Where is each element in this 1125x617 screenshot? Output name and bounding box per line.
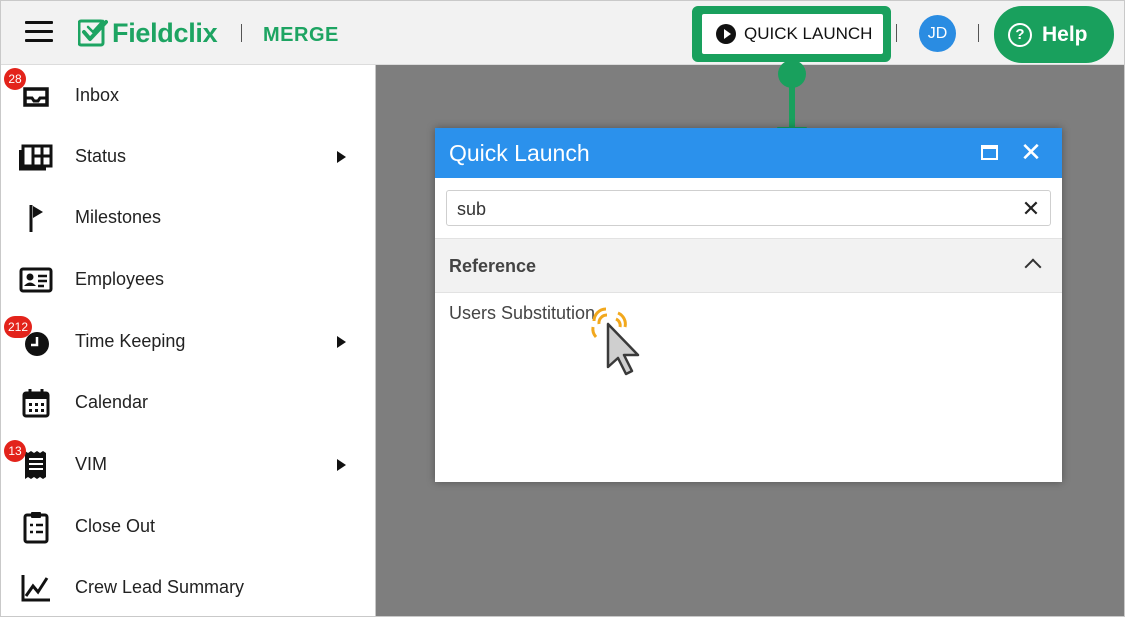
close-icon[interactable]: ✕	[1019, 138, 1043, 166]
mouse-pointer-icon	[591, 307, 640, 376]
calendar-icon	[19, 386, 53, 420]
sidebar-item-vim[interactable]: 13 VIM	[1, 434, 375, 495]
sidebar-item-label: Inbox	[75, 85, 120, 105]
user-avatar[interactable]: JD	[919, 15, 956, 52]
result-item-users-substitution[interactable]: Users Substitution	[449, 303, 595, 324]
sidebar-item-status[interactable]: Status	[1, 126, 375, 187]
callout-arrow-line	[789, 81, 795, 131]
brand-name: Fieldclix	[112, 17, 218, 48]
sidebar-item-close-out[interactable]: Close Out	[1, 496, 375, 557]
dashboard-icon	[19, 140, 53, 174]
sidebar-item-crew-lead-summary[interactable]: Crew Lead Summary	[1, 557, 375, 616]
fieldclix-logo-icon	[78, 19, 108, 47]
search-box: ✕	[446, 190, 1051, 226]
sidebar-item-label: Employees	[75, 269, 165, 289]
sidebar-nav: 28 Inbox Status Milestones Employees 212…	[1, 65, 376, 616]
help-button[interactable]: ? Help	[994, 6, 1114, 63]
section-header-reference[interactable]: Reference	[435, 238, 1062, 293]
sidebar-item-employees[interactable]: Employees	[1, 249, 375, 310]
time-keeping-badge: 212	[4, 316, 33, 338]
sidebar-item-label: Crew Lead Summary	[75, 577, 245, 597]
dialog-titlebar[interactable]: Quick Launch ✕	[435, 128, 1062, 178]
submenu-arrow-icon	[337, 150, 346, 163]
top-header: Fieldclix MERGE QUICK LAUNCH JD ? Help	[1, 1, 1124, 65]
header-divider	[978, 24, 979, 42]
hamburger-menu-icon[interactable]	[25, 21, 53, 45]
app-window: Fieldclix MERGE QUICK LAUNCH JD ? Help 2…	[0, 0, 1125, 617]
sidebar-item-inbox[interactable]: 28 Inbox	[1, 65, 375, 126]
submenu-arrow-icon	[337, 458, 346, 471]
search-input[interactable]	[457, 195, 997, 223]
dialog-title: Quick Launch	[449, 140, 590, 166]
quick-launch-button[interactable]: QUICK LAUNCH	[702, 14, 883, 54]
sidebar-item-label: VIM	[75, 454, 108, 474]
app-name: MERGE	[263, 24, 339, 46]
header-divider	[896, 24, 897, 42]
clipboard-list-icon	[19, 510, 53, 544]
brand-logo[interactable]: Fieldclix	[78, 17, 218, 48]
sidebar-item-label: Status	[75, 146, 127, 166]
id-card-icon	[19, 263, 53, 297]
flag-icon	[19, 201, 53, 235]
quick-launch-label: QUICK LAUNCH	[744, 24, 873, 43]
inbox-badge: 28	[4, 68, 26, 90]
clear-search-icon[interactable]: ✕	[1019, 196, 1043, 222]
sidebar-item-time-keeping[interactable]: 212 Time Keeping	[1, 311, 375, 372]
sidebar-item-milestones[interactable]: Milestones	[1, 187, 375, 248]
question-circle-icon: ?	[1008, 22, 1032, 47]
play-circle-icon	[716, 24, 736, 44]
chevron-up-icon[interactable]	[1024, 258, 1042, 276]
header-divider	[241, 24, 242, 42]
quick-launch-dialog: Quick Launch ✕ ✕ Reference Users Substit…	[435, 128, 1062, 482]
sidebar-item-label: Milestones	[75, 207, 162, 227]
sidebar-item-calendar[interactable]: Calendar	[1, 372, 375, 433]
maximize-icon[interactable]	[981, 145, 998, 160]
callout-arrow-dot	[778, 60, 806, 88]
sidebar-item-label: Close Out	[75, 516, 156, 536]
submenu-arrow-icon	[337, 335, 346, 348]
help-label: Help	[1042, 22, 1088, 46]
section-title: Reference	[449, 256, 537, 276]
vim-badge: 13	[4, 440, 26, 462]
sidebar-item-label: Calendar	[75, 392, 149, 412]
sidebar-item-label: Time Keeping	[75, 331, 186, 351]
line-chart-icon	[19, 571, 53, 605]
